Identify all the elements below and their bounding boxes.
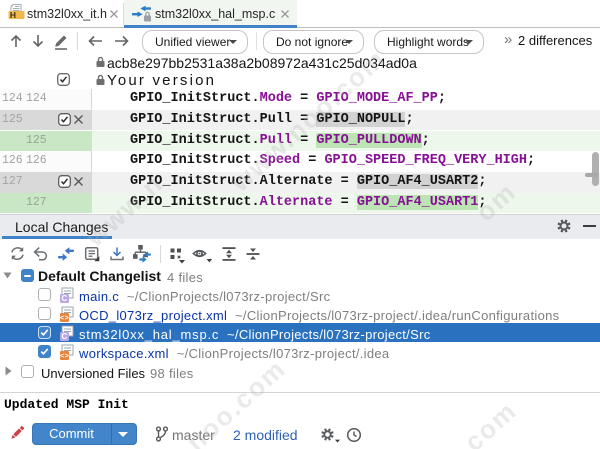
svg-text:C: C (61, 294, 67, 303)
svg-text:<>: <> (60, 313, 70, 322)
svg-text:<>: <> (60, 351, 70, 360)
svg-text:H: H (10, 10, 16, 20)
svg-text:C: C (61, 332, 67, 341)
